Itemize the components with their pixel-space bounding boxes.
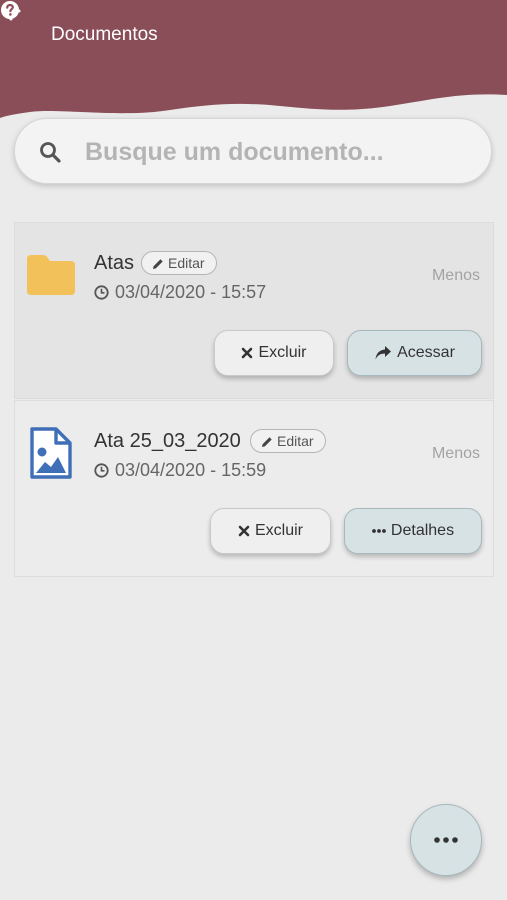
delete-button[interactable]: Excluir <box>214 330 334 376</box>
image-file-icon <box>30 427 72 479</box>
clock-icon <box>94 285 109 300</box>
pencil-icon <box>262 437 272 447</box>
document-date: 03/04/2020 - 15:57 <box>94 281 266 303</box>
edit-label: Editar <box>168 255 205 271</box>
details-button[interactable]: Detalhes <box>344 508 482 554</box>
close-icon <box>238 525 250 537</box>
ellipsis-icon <box>372 529 386 533</box>
search-input[interactable] <box>83 133 467 171</box>
access-button[interactable]: Acessar <box>347 330 482 376</box>
date-text: 03/04/2020 - 15:57 <box>115 282 267 302</box>
date-text: 03/04/2020 - 15:59 <box>115 460 267 480</box>
access-label: Acessar <box>397 344 455 361</box>
document-card-folder[interactable]: Atas Editar 03/04/2020 - 15:57 Menos Exc… <box>14 222 494 399</box>
clock-icon <box>94 463 109 478</box>
question-circle-icon[interactable] <box>0 0 20 20</box>
document-card-image[interactable]: Ata 25_03_2020 Editar 03/04/2020 - 15:59… <box>14 400 494 577</box>
delete-button[interactable]: Excluir <box>210 508 331 554</box>
edit-label: Editar <box>277 433 314 449</box>
delete-label: Excluir <box>254 522 303 539</box>
close-icon <box>242 347 253 359</box>
search-icon <box>40 142 61 163</box>
edit-button[interactable]: Editar <box>250 429 326 453</box>
edit-button[interactable]: Editar <box>141 251 217 275</box>
less-toggle[interactable]: Menos <box>432 445 480 463</box>
document-name: Ata 25_03_2020 <box>94 430 241 452</box>
document-date: 03/04/2020 - 15:59 <box>94 459 266 481</box>
search-bar[interactable] <box>14 118 492 184</box>
pencil-icon <box>153 259 163 269</box>
details-label: Detalhes <box>390 522 455 539</box>
share-arrow-icon <box>375 346 392 360</box>
delete-label: Excluir <box>258 344 307 361</box>
more-options-fab[interactable] <box>410 804 482 876</box>
less-toggle[interactable]: Menos <box>432 267 480 285</box>
ellipsis-icon <box>434 837 458 843</box>
folder-icon <box>27 255 75 295</box>
page-title: Documentos <box>51 24 158 45</box>
document-name: Atas <box>94 252 135 274</box>
